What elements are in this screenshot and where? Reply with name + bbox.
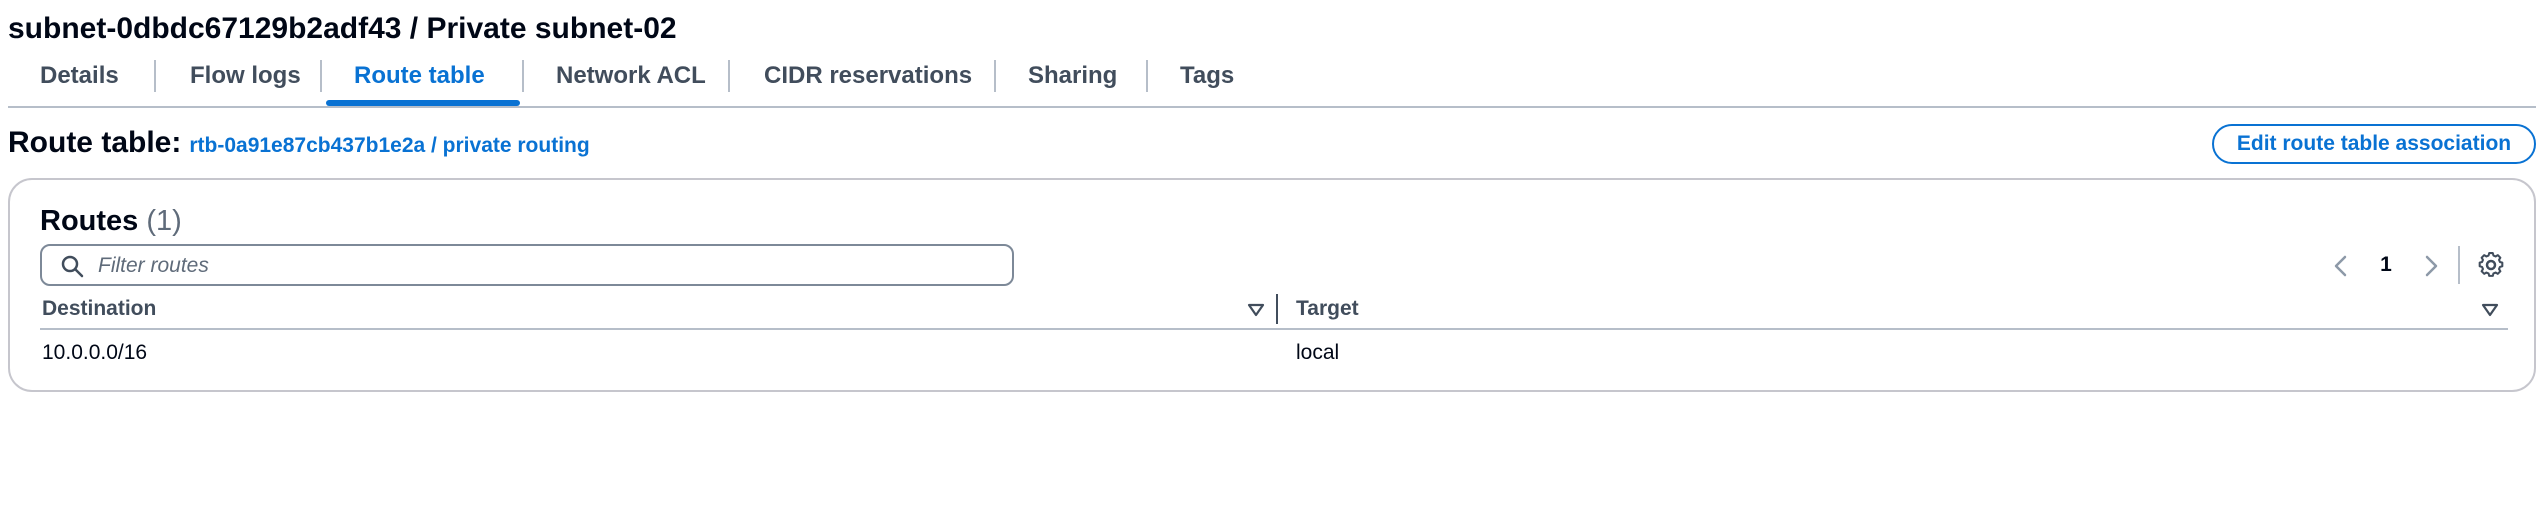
routes-title: Routes: [40, 205, 139, 237]
route-table-link[interactable]: rtb-0a91e87cb437b1e2a / private routing: [189, 134, 589, 158]
filter-routes-box[interactable]: [40, 244, 1014, 286]
tab-bar: Details Flow logs Route table Network AC…: [8, 56, 2536, 108]
table-header-row: Destination Target: [40, 292, 2508, 330]
route-table-header: Route table: rtb-0a91e87cb437b1e2a / pri…: [8, 126, 590, 166]
tab-route-table[interactable]: Route table: [326, 56, 520, 106]
routes-panel: Routes (1) 1 Destination Target: [8, 178, 2536, 392]
tab-separator: [320, 60, 322, 92]
edit-route-table-association-button[interactable]: Edit route table association: [2212, 124, 2536, 164]
cell-destination: 10.0.0.0/16: [42, 341, 148, 364]
column-resizer[interactable]: [1276, 294, 1278, 324]
column-header-target[interactable]: Target: [1296, 292, 1359, 328]
chevron-left-icon[interactable]: [2328, 252, 2354, 280]
pagination-current-page[interactable]: 1: [2372, 250, 2400, 280]
column-header-destination[interactable]: Destination: [42, 292, 156, 328]
route-table-label: Route table:: [8, 126, 182, 159]
pagination-divider: [2458, 246, 2460, 284]
routes-table: Destination Target 10.0.0.0/16 local: [40, 292, 2508, 376]
tab-sharing[interactable]: Sharing: [996, 56, 1149, 104]
filter-routes-input[interactable]: [96, 246, 1000, 286]
routes-count: (1): [146, 205, 182, 237]
tab-separator: [154, 60, 156, 92]
sort-caret-down-icon[interactable]: [1246, 300, 1266, 320]
cell-target: local: [1296, 341, 1340, 364]
table-row: 10.0.0.0/16 local: [40, 330, 2508, 376]
routes-heading: Routes (1): [40, 204, 182, 238]
tab-tags[interactable]: Tags: [1148, 56, 1266, 104]
tab-network-acl[interactable]: Network ACL: [524, 56, 738, 104]
tab-cidr-reservations[interactable]: CIDR reservations: [732, 56, 1004, 104]
chevron-right-icon[interactable]: [2418, 252, 2444, 280]
page-title: subnet-0dbdc67129b2adf43 / Private subne…: [8, 12, 677, 45]
tab-flow-logs[interactable]: Flow logs: [158, 56, 333, 104]
gear-icon[interactable]: [2476, 250, 2506, 280]
sort-caret-down-icon[interactable]: [2480, 300, 2500, 320]
tab-details[interactable]: Details: [8, 56, 151, 104]
tab-separator: [728, 60, 730, 92]
search-icon: [61, 255, 84, 278]
